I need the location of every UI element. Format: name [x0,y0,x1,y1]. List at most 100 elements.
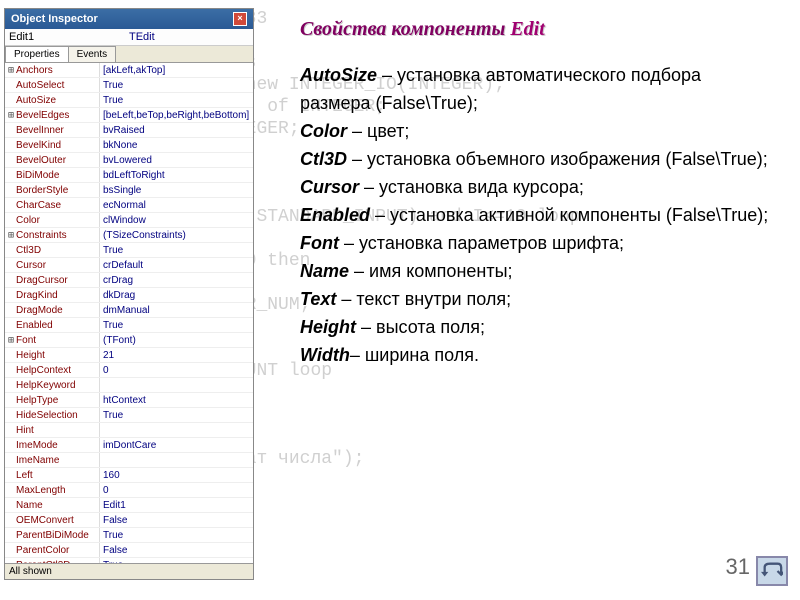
property-name[interactable]: DragCursor [5,273,100,287]
property-row[interactable]: ImeModeimDontCare [5,438,253,453]
property-name[interactable]: MaxLength [5,483,100,497]
property-value[interactable]: [beLeft,beTop,beRight,beBottom] [100,108,253,122]
property-name[interactable]: DragKind [5,288,100,302]
property-name[interactable]: ParentColor [5,543,100,557]
property-name[interactable]: ⊞BevelEdges [5,108,100,122]
property-name[interactable]: ⊞Constraints [5,228,100,242]
property-name[interactable]: BevelInner [5,123,100,137]
property-value[interactable]: imDontCare [100,438,253,452]
property-value[interactable]: (TFont) [100,333,253,347]
property-name[interactable]: AutoSelect [5,78,100,92]
property-value[interactable]: htContext [100,393,253,407]
close-icon[interactable]: × [233,12,247,26]
property-name[interactable]: Height [5,348,100,362]
property-value[interactable]: crDefault [100,258,253,272]
property-name[interactable]: ImeMode [5,438,100,452]
property-value[interactable]: True [100,558,253,563]
property-name[interactable]: HelpType [5,393,100,407]
property-value[interactable]: True [100,318,253,332]
property-row[interactable]: BevelOuterbvLowered [5,153,253,168]
property-row[interactable]: BorderStylebsSingle [5,183,253,198]
property-row[interactable]: Height21 [5,348,253,363]
property-name[interactable]: BorderStyle [5,183,100,197]
return-button[interactable] [756,556,788,586]
property-value[interactable] [100,378,253,392]
property-name[interactable]: OEMConvert [5,513,100,527]
tab-properties[interactable]: Properties [5,46,69,62]
property-row[interactable]: BevelKindbkNone [5,138,253,153]
property-row[interactable]: ⊞Anchors[akLeft,akTop] [5,63,253,78]
property-name[interactable]: CharCase [5,198,100,212]
property-value[interactable] [100,423,253,437]
property-row[interactable]: ParentCtl3DTrue [5,558,253,563]
property-row[interactable]: BevelInnerbvRaised [5,123,253,138]
property-grid[interactable]: ⊞Anchors[akLeft,akTop] AutoSelectTrue Au… [5,63,253,563]
property-name[interactable]: DragMode [5,303,100,317]
property-value[interactable]: bsSingle [100,183,253,197]
property-row[interactable]: MaxLength0 [5,483,253,498]
property-value[interactable]: 21 [100,348,253,362]
property-row[interactable]: BiDiModebdLeftToRight [5,168,253,183]
property-row[interactable]: HelpContext0 [5,363,253,378]
property-value[interactable]: True [100,408,253,422]
property-value[interactable]: dmManual [100,303,253,317]
property-name[interactable]: BiDiMode [5,168,100,182]
property-row[interactable]: ParentColorFalse [5,543,253,558]
tab-events[interactable]: Events [68,46,117,62]
property-row[interactable]: Ctl3DTrue [5,243,253,258]
property-value[interactable]: 160 [100,468,253,482]
property-name[interactable]: ⊞Anchors [5,63,100,77]
property-row[interactable]: AutoSelectTrue [5,78,253,93]
property-row[interactable]: ⊞Font(TFont) [5,333,253,348]
property-row[interactable]: NameEdit1 [5,498,253,513]
property-name[interactable]: Hint [5,423,100,437]
property-row[interactable]: ImeName [5,453,253,468]
property-value[interactable]: False [100,543,253,557]
property-value[interactable]: crDrag [100,273,253,287]
property-value[interactable]: 0 [100,363,253,377]
property-name[interactable]: Color [5,213,100,227]
property-row[interactable]: DragKinddkDrag [5,288,253,303]
property-name[interactable]: ParentCtl3D [5,558,100,563]
property-row[interactable]: HelpKeyword [5,378,253,393]
property-row[interactable]: ParentBiDiModeTrue [5,528,253,543]
property-row[interactable]: CharCaseecNormal [5,198,253,213]
property-row[interactable]: ⊞Constraints(TSizeConstraints) [5,228,253,243]
property-row[interactable]: DragCursorcrDrag [5,273,253,288]
property-value[interactable]: 0 [100,483,253,497]
property-row[interactable]: ColorclWindow [5,213,253,228]
property-value[interactable]: True [100,93,253,107]
property-row[interactable]: CursorcrDefault [5,258,253,273]
property-value[interactable]: True [100,528,253,542]
property-name[interactable]: Left [5,468,100,482]
property-name[interactable]: BevelOuter [5,153,100,167]
property-row[interactable]: HelpTypehtContext [5,393,253,408]
property-name[interactable]: AutoSize [5,93,100,107]
property-name[interactable]: Enabled [5,318,100,332]
property-value[interactable]: bdLeftToRight [100,168,253,182]
property-value[interactable]: Edit1 [100,498,253,512]
property-value[interactable]: True [100,243,253,257]
property-row[interactable]: Left160 [5,468,253,483]
property-name[interactable]: HideSelection [5,408,100,422]
property-row[interactable]: DragModedmManual [5,303,253,318]
property-row[interactable]: Hint [5,423,253,438]
property-value[interactable]: bkNone [100,138,253,152]
property-name[interactable]: HelpContext [5,363,100,377]
property-value[interactable]: False [100,513,253,527]
property-name[interactable]: Name [5,498,100,512]
property-name[interactable]: Cursor [5,258,100,272]
property-row[interactable]: HideSelectionTrue [5,408,253,423]
property-name[interactable]: ParentBiDiMode [5,528,100,542]
property-name[interactable]: ⊞Font [5,333,100,347]
property-value[interactable]: True [100,78,253,92]
property-value[interactable]: bvRaised [100,123,253,137]
property-name[interactable]: BevelKind [5,138,100,152]
property-name[interactable]: HelpKeyword [5,378,100,392]
property-value[interactable]: ecNormal [100,198,253,212]
property-value[interactable]: [akLeft,akTop] [100,63,253,77]
title-bar[interactable]: Object Inspector × [5,9,253,29]
object-selector[interactable]: Edit1 TEdit [5,29,253,46]
property-value[interactable]: dkDrag [100,288,253,302]
property-value[interactable]: bvLowered [100,153,253,167]
